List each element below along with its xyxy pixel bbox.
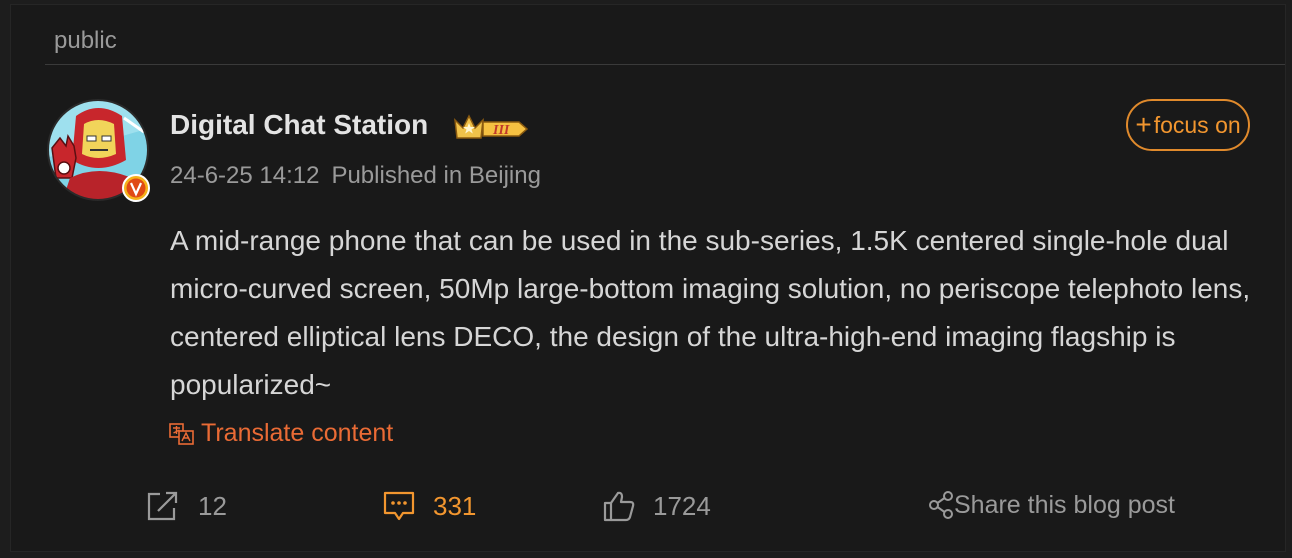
comment-icon — [383, 491, 415, 521]
follow-label: focus on — [1153, 111, 1241, 138]
action-bar: 12 331 1724 Share this blog post — [11, 490, 1285, 530]
repost-count: 12 — [198, 490, 227, 521]
like-button[interactable]: 1724 — [603, 490, 711, 522]
svg-text:III: III — [492, 123, 510, 138]
post-card: public Digital Chat Station III 24-6-25 … — [10, 4, 1286, 552]
like-count: 1724 — [653, 490, 711, 521]
share-nodes-icon — [929, 491, 953, 519]
share-arrow-icon — [147, 491, 178, 521]
comment-count: 331 — [433, 490, 477, 521]
author-name[interactable]: Digital Chat Station — [170, 109, 428, 141]
share-post-label: Share this blog post — [954, 490, 1175, 519]
section-tag: public — [54, 27, 117, 54]
vip-crown-badge: III — [453, 112, 529, 144]
translate-icon — [169, 422, 194, 445]
translate-label: Translate content — [201, 419, 394, 447]
share-post-button[interactable]: Share this blog post — [928, 490, 1175, 520]
post-date: 24-6-25 14:12 — [170, 162, 320, 189]
thumbs-up-icon — [603, 491, 635, 522]
post-meta: 24-6-25 14:12 Published in Beijing — [170, 162, 541, 190]
post-location: Published in Beijing — [331, 162, 541, 189]
divider — [45, 64, 1285, 65]
post-text: A mid-range phone that can be used in th… — [170, 225, 1251, 400]
follow-button[interactable]: + focus on — [1126, 99, 1250, 151]
repost-button[interactable]: 12 — [146, 490, 227, 522]
translate-button[interactable]: Translate content — [169, 419, 393, 448]
plus-icon: + — [1135, 109, 1152, 140]
avatar[interactable] — [46, 98, 150, 202]
comment-button[interactable]: 331 — [383, 490, 476, 522]
